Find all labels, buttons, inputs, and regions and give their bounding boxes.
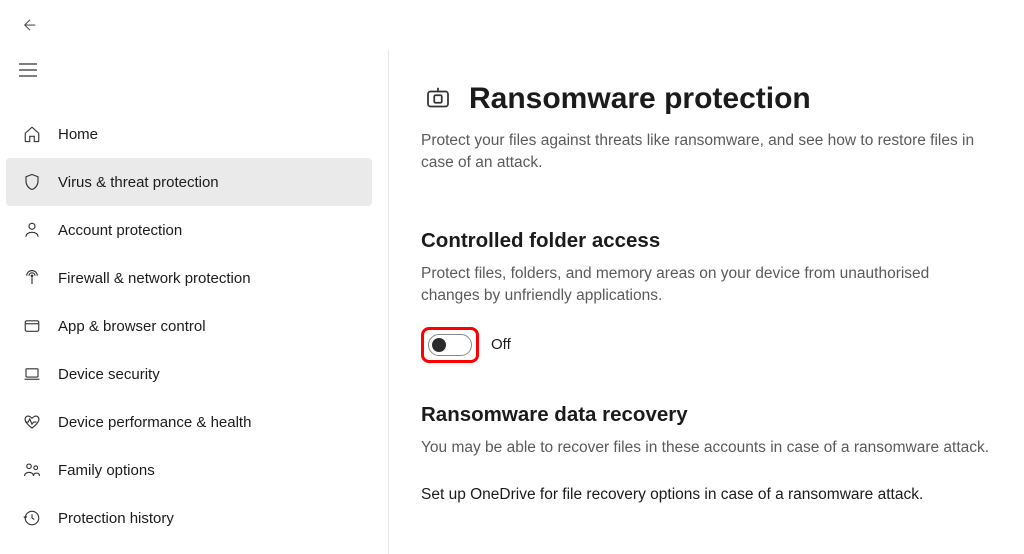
sidebar-item-device-security[interactable]: Device security [6,350,372,398]
people-icon [22,460,42,480]
sidebar-item-family[interactable]: Family options [6,446,372,494]
person-icon [22,220,42,240]
sidebar-item-app-browser[interactable]: App & browser control [6,302,372,350]
sidebar-item-label: Account protection [58,222,182,239]
controlled-folder-title: Controlled folder access [421,229,1024,253]
data-recovery-description: You may be able to recover files in thes… [421,437,991,459]
controlled-folder-description: Protect files, folders, and memory areas… [421,263,991,306]
sidebar: Home Virus & threat protection Account p… [0,50,388,554]
sidebar-item-label: Device security [58,366,160,383]
laptop-icon [22,364,42,384]
ransomware-shield-icon [421,82,455,116]
sidebar-item-label: Virus & threat protection [58,174,219,191]
sidebar-item-label: Device performance & health [58,414,251,431]
app-window-icon [22,316,42,336]
data-recovery-title: Ransomware data recovery [421,403,1024,427]
heart-pulse-icon [22,412,42,432]
sidebar-item-label: App & browser control [58,318,206,335]
toggle-highlight-annotation [421,327,479,363]
sidebar-item-account-protection[interactable]: Account protection [6,206,372,254]
page-description: Protect your files against threats like … [421,130,991,173]
sidebar-item-device-performance[interactable]: Device performance & health [6,398,372,446]
toggle-state-label: Off [491,336,511,353]
sidebar-item-label: Firewall & network protection [58,270,251,287]
sidebar-item-virus-threat[interactable]: Virus & threat protection [6,158,372,206]
history-icon [22,508,42,528]
sidebar-item-label: Home [58,126,98,143]
sidebar-item-home[interactable]: Home [6,110,372,158]
sidebar-item-protection-history[interactable]: Protection history [6,494,372,542]
back-button[interactable] [14,9,46,41]
sidebar-item-label: Protection history [58,510,174,527]
page-title: Ransomware protection [469,82,811,116]
hamburger-menu-button[interactable] [8,50,48,90]
onedrive-setup-text: Set up OneDrive for file recovery option… [421,486,1001,504]
shield-icon [22,172,42,192]
sidebar-item-label: Family options [58,462,155,479]
home-icon [22,124,42,144]
controlled-folder-toggle[interactable] [428,334,472,356]
antenna-icon [22,268,42,288]
main-content: Ransomware protection Protect your files… [389,50,1024,554]
toggle-knob [432,338,446,352]
sidebar-item-firewall[interactable]: Firewall & network protection [6,254,372,302]
